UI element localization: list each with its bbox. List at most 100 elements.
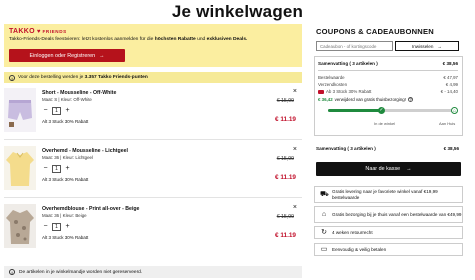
redeem-button[interactable]: Inwisselen → <box>395 41 459 51</box>
perk-payment: ▭ Eenvoudig & veilig betalen <box>314 243 463 256</box>
remove-item-icon[interactable]: × <box>293 204 297 211</box>
product-image[interactable] <box>4 146 36 190</box>
old-price: € 15,99 <box>276 98 294 104</box>
friends-promo-banner: TAKKO ♥ FRIENDS Takko-Friends-Deals fees… <box>4 24 302 67</box>
points-info-bar: i Voor deze bestelling werden je 3.357 T… <box>4 72 302 83</box>
heart-icon: ♥ <box>36 28 41 35</box>
total-row: Samenvatting ( 3 artikelen ) € 38,56 <box>316 146 459 151</box>
order-value-label: Bestelwaarde <box>318 75 345 80</box>
cart-item: Short - Mousseline - Off-White Maat: S |… <box>4 88 302 140</box>
info-icon: i <box>9 74 15 81</box>
quantity-stepper: − 1 + <box>42 223 71 231</box>
store-pin-icon: ✓ <box>378 107 385 114</box>
points-prefix: Voor deze bestelling werden je <box>18 75 85 80</box>
old-price: € 15,99 <box>276 156 294 162</box>
login-register-label: Einloggen oder Registreren <box>29 52 96 59</box>
increase-button[interactable]: + <box>64 165 71 173</box>
current-price: € 11.19 <box>275 232 296 239</box>
logo-friends-text: FRIENDS <box>42 29 67 34</box>
promo-text: Takko-Friends-Deals feestvieren: letzt k… <box>9 37 297 42</box>
quantity-stepper: − 1 + <box>42 107 71 115</box>
payment-card-icon: ▭ <box>320 245 328 253</box>
shipping-label: Verzendkosten <box>318 82 348 87</box>
free-shipping-amount: € 36,42 <box>318 97 333 102</box>
promo-text-bold: exklusiven Deals. <box>206 37 248 42</box>
current-price: € 11.19 <box>275 174 296 181</box>
remove-item-icon[interactable]: × <box>293 146 297 153</box>
total-value: € 38,56 <box>443 146 459 151</box>
perk-text: Gratis levering naar je favoriete winkel… <box>332 188 438 200</box>
login-register-button[interactable]: Einloggen oder Registreren → <box>9 49 125 62</box>
free-shipping-progress: ✓ ⌂ <box>328 107 458 114</box>
reservation-note-text: De artikelen in je winkelmandje worden n… <box>19 269 143 275</box>
product-name[interactable]: Overhemd - Mousseline - Lichtgeel <box>42 148 128 154</box>
discount-row: Ab 3 Stück 30% Rabatt € - 14,40 <box>318 89 458 94</box>
perk-text: 4 weken retourrecht <box>332 229 373 235</box>
promo-text-bold: höchsten Rabatte <box>154 37 196 42</box>
arrow-right-icon: → <box>406 166 412 172</box>
discount-label: Ab 3 Stück 30% Rabatt <box>326 89 372 94</box>
discount-tag-icon <box>318 89 324 94</box>
product-meta: Maat: S | Kleur: Off-White <box>42 97 92 102</box>
checkout-label: Naar de kasse <box>365 166 401 172</box>
home-label: Aan Huis <box>439 121 456 126</box>
divider <box>318 70 458 71</box>
arrow-right-icon: → <box>437 43 443 49</box>
coupons-title: COUPONS & CADEAUBONNEN <box>316 27 434 36</box>
product-name[interactable]: Short - Mousseline - Off-White <box>42 90 116 96</box>
store-label: In de winkel <box>374 121 396 126</box>
points-text: Voor deze bestelling werden je 3.357 Tak… <box>18 75 148 80</box>
cart-item: Overhemdblouse - Print all-over - Beige … <box>4 204 302 256</box>
promo-text-part: und <box>195 37 207 42</box>
product-meta: Maat: 36 | Kleur: Beige <box>42 213 87 218</box>
summary-subtotal-row: Samenvatting ( 3 artikelen ) € 38,56 <box>318 61 458 66</box>
increase-button[interactable]: + <box>64 223 71 231</box>
help-icon[interactable]: ? <box>407 97 413 102</box>
product-meta: Maat: 36 | Kleur: Lichtgeel <box>42 155 93 160</box>
promo-text-part: Takko-Friends-Deals feestvieren: letzt k… <box>9 37 155 42</box>
quantity-field[interactable]: 1 <box>52 107 61 115</box>
checkout-button[interactable]: Naar de kasse → <box>316 162 461 176</box>
return-icon: ↻ <box>321 228 327 236</box>
subtotal-label: Samenvatting ( 3 artikelen ) <box>318 61 378 66</box>
perk-home-delivery: ⌂ Gratis bezorging bij je thuis vanaf ee… <box>314 206 463 223</box>
reservation-note: i De artikelen in je winkelmandje worden… <box>4 266 302 278</box>
divider <box>4 139 302 140</box>
quantity-field[interactable]: 1 <box>52 223 61 231</box>
quantity-stepper: − 1 + <box>42 165 71 173</box>
increase-button[interactable]: + <box>64 107 71 115</box>
current-price: € 11.19 <box>275 116 296 123</box>
old-price: € 15,99 <box>276 214 294 220</box>
page-title: Je winkelwagen <box>171 2 304 21</box>
quantity-field[interactable]: 1 <box>52 165 61 173</box>
redeem-label: Inwisselen <box>411 43 434 49</box>
order-summary: Samenvatting ( 3 artikelen ) € 38,56 Bes… <box>314 56 463 136</box>
home-icon: ⌂ <box>321 210 327 218</box>
subtotal-value: € 38,56 <box>442 61 458 66</box>
order-value: € 47,97 <box>443 75 458 80</box>
arrow-right-icon: → <box>99 52 105 59</box>
order-value-row: Bestelwaarde € 47,97 <box>318 75 458 80</box>
shipping-value: € 4,99 <box>445 82 458 87</box>
product-name[interactable]: Overhemdblouse - Print all-over - Beige <box>42 206 139 212</box>
product-image[interactable] <box>4 88 36 132</box>
decrease-button[interactable]: − <box>42 223 49 231</box>
product-promo: Alt 3 Stuck 30% Rabatt <box>42 177 89 182</box>
cart-item: Overhemd - Mousseline - Lichtgeel Maat: … <box>4 146 302 198</box>
decrease-button[interactable]: − <box>42 107 49 115</box>
product-promo: Alt 3 Stuck 30% Rabatt <box>42 119 89 124</box>
truck-icon: ⛟ <box>320 190 329 198</box>
product-image[interactable] <box>4 204 36 248</box>
discount-label-wrap: Ab 3 Stück 30% Rabatt <box>318 89 371 94</box>
perk-text: Gratis bezorging bij je thuis vanaf een … <box>332 211 462 217</box>
decrease-button[interactable]: − <box>42 165 49 173</box>
free-shipping-hint: € 36,42 verwijderd van gratis thuisbezor… <box>318 97 413 102</box>
divider <box>4 197 302 198</box>
remove-item-icon[interactable]: × <box>293 88 297 95</box>
coupon-input[interactable]: Cadeaubon - of kortingscode <box>316 41 393 51</box>
perk-store-delivery: ⛟ Gratis levering naar je favoriete wink… <box>314 186 463 203</box>
progress-fill <box>328 109 381 112</box>
takko-friends-logo: TAKKO ♥ FRIENDS <box>9 27 297 36</box>
product-promo: Alt 3 Stuck 30% Rabatt <box>42 235 89 240</box>
shipping-row: Verzendkosten € 4,99 <box>318 82 458 87</box>
